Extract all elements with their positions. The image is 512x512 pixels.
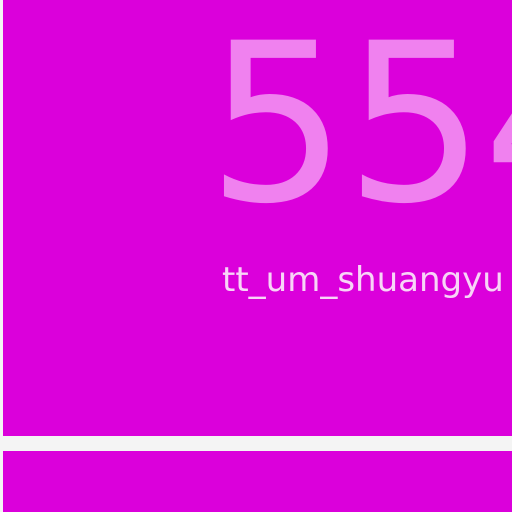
screen: 554 tt_um_shuangyu [0, 0, 512, 512]
next-project-tile[interactable] [3, 451, 512, 512]
project-tile[interactable]: 554 tt_um_shuangyu [3, 0, 512, 436]
count-value: 554 [207, 0, 512, 252]
project-name: tt_um_shuangyu [222, 260, 504, 300]
